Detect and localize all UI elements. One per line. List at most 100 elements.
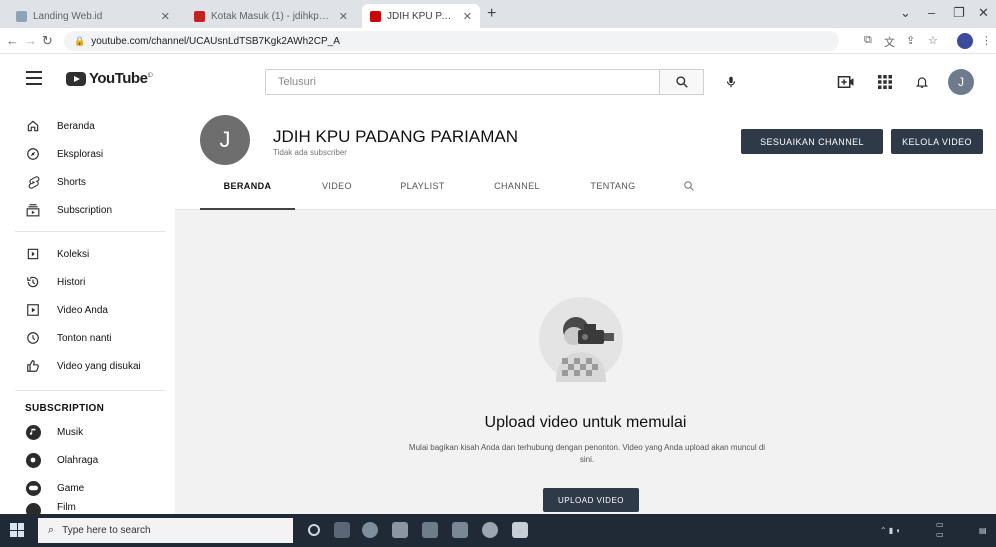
translate-icon[interactable]: 文 bbox=[884, 34, 895, 50]
sidebar-item-label: Subscription bbox=[57, 204, 113, 216]
file-explorer-icon[interactable] bbox=[392, 522, 408, 538]
sidebar-item-label: Histori bbox=[57, 276, 86, 288]
sidebar-item-video-anda[interactable]: Video Anda bbox=[0, 296, 175, 324]
sidebar-item-label: Video Anda bbox=[57, 304, 108, 316]
sidebar-item-label: Tonton nanti bbox=[57, 332, 112, 344]
account-avatar[interactable]: J bbox=[948, 69, 974, 95]
sidebar-item-olahraga[interactable]: Olahraga bbox=[0, 446, 175, 474]
tab-search-chevron-icon[interactable]: ⌄ bbox=[900, 5, 911, 21]
youtube-favicon-icon bbox=[370, 10, 381, 22]
cortana-icon[interactable] bbox=[308, 524, 320, 536]
tab-beranda[interactable]: BERANDA bbox=[200, 181, 295, 210]
sidebar-item-label: Olahraga bbox=[57, 454, 99, 466]
share-icon[interactable]: ⇪ bbox=[906, 34, 915, 47]
sidebar-item-eksplorasi[interactable]: Eksplorasi bbox=[0, 140, 175, 168]
sidebar-item-label: Musik bbox=[57, 426, 84, 438]
voice-search-button[interactable] bbox=[720, 71, 742, 93]
create-video-button[interactable] bbox=[837, 73, 855, 91]
tab-close-icon[interactable]: ✕ bbox=[339, 10, 348, 23]
library-icon bbox=[25, 246, 41, 262]
windows-taskbar: ⌕ Type here to search ⌃ ▮ ◖ ▭ ▭ ▤ bbox=[0, 514, 996, 547]
sidebar-item-label: Koleksi bbox=[57, 248, 90, 260]
tab-title: Landing Web.id bbox=[33, 10, 103, 22]
search-icon bbox=[684, 181, 694, 191]
mail-icon[interactable] bbox=[422, 522, 438, 538]
system-tray-icons[interactable]: ⌃ ▮ ◖ bbox=[880, 526, 900, 536]
music-icon bbox=[25, 424, 41, 440]
sidebar-item-histori[interactable]: Histori bbox=[0, 268, 175, 296]
back-icon[interactable]: ← bbox=[6, 33, 19, 48]
sidebar-divider bbox=[15, 231, 165, 232]
manage-videos-button[interactable]: KELOLA VIDEO bbox=[891, 129, 983, 154]
menu-icon[interactable] bbox=[26, 71, 42, 85]
browser-toolbar: ← → ↻ 🔒 youtube.com/channel/UCAUsnLdTSB7… bbox=[0, 28, 996, 54]
apps-button[interactable] bbox=[876, 73, 894, 91]
create-video-icon bbox=[837, 76, 854, 88]
chrome-icon[interactable] bbox=[482, 522, 498, 538]
subscriptions-icon bbox=[25, 202, 41, 218]
browser-profile-avatar[interactable] bbox=[957, 33, 973, 49]
close-window-icon[interactable]: ✕ bbox=[978, 5, 989, 21]
browser-tab-3-active[interactable]: JDIH KPU PADANG PARIAMAN ✕ bbox=[362, 4, 480, 28]
sidebar-item-koleksi[interactable]: Koleksi bbox=[0, 240, 175, 268]
search-input[interactable]: Telusuri bbox=[265, 69, 660, 95]
sidebar-item-musik[interactable]: Musik bbox=[0, 418, 175, 446]
microphone-icon bbox=[726, 76, 736, 88]
tab-close-icon[interactable]: ✕ bbox=[161, 10, 170, 23]
edge-browser-icon[interactable] bbox=[362, 522, 378, 538]
home-icon bbox=[25, 118, 41, 134]
address-bar[interactable]: 🔒 youtube.com/channel/UCAUsnLdTSB7Kgk2AW… bbox=[64, 31, 839, 51]
youtube-masthead: YouTubeID Telusuri J bbox=[0, 55, 996, 109]
channel-search-button[interactable] bbox=[683, 179, 695, 197]
windows-start-icon[interactable] bbox=[10, 523, 24, 537]
tab-close-icon[interactable]: ✕ bbox=[463, 10, 472, 23]
film-icon bbox=[25, 502, 41, 514]
tab-channel[interactable]: CHANNEL bbox=[477, 181, 557, 210]
install-app-icon[interactable]: ⧉ bbox=[864, 34, 872, 47]
sidebar-item-shorts[interactable]: Shorts bbox=[0, 168, 175, 196]
sidebar-item-subscription[interactable]: Subscription bbox=[0, 196, 175, 224]
camera-operator-illustration-icon bbox=[539, 297, 623, 382]
channel-header: J JDIH KPU PADANG PARIAMAN Tidak ada sub… bbox=[175, 109, 996, 210]
empty-state-description: Mulai bagikan kisah Anda dan terhubung d… bbox=[408, 443, 766, 464]
restore-icon[interactable]: ❐ bbox=[953, 5, 965, 21]
sidebar-item-game[interactable]: Game bbox=[0, 474, 175, 502]
sidebar-item-video-disukai[interactable]: Video yang disukai bbox=[0, 352, 175, 380]
sidebar-item-label: Film bbox=[57, 502, 76, 513]
taskbar-search-input[interactable]: ⌕ Type here to search bbox=[38, 518, 293, 543]
subscription-heading: SUBSCRIPTION bbox=[25, 403, 105, 414]
watch-later-icon bbox=[25, 330, 41, 346]
forward-icon[interactable]: → bbox=[24, 33, 37, 48]
tab-video[interactable]: VIDEO bbox=[307, 181, 367, 210]
sidebar-item-beranda[interactable]: Beranda bbox=[0, 112, 175, 140]
sidebar-item-tonton-nanti[interactable]: Tonton nanti bbox=[0, 324, 175, 352]
new-tab-icon[interactable]: + bbox=[487, 5, 496, 23]
upload-video-button[interactable]: UPLOAD VIDEO bbox=[543, 488, 639, 512]
word-icon[interactable] bbox=[512, 522, 528, 538]
store-icon[interactable] bbox=[452, 522, 468, 538]
channel-name: JDIH KPU PADANG PARIAMAN bbox=[273, 127, 518, 146]
browser-tab-1[interactable]: Landing Web.id ✕ bbox=[8, 4, 178, 28]
bookmark-star-icon[interactable]: ☆ bbox=[928, 34, 938, 47]
sidebar-item-film[interactable]: Film bbox=[0, 502, 175, 514]
shorts-icon bbox=[25, 174, 41, 190]
tab-playlist[interactable]: PLAYLIST bbox=[385, 181, 460, 210]
notifications-button[interactable] bbox=[913, 73, 931, 91]
apps-grid-icon bbox=[878, 75, 892, 89]
search-button[interactable] bbox=[660, 69, 704, 95]
notification-center-icon[interactable]: ▤ bbox=[979, 526, 987, 536]
browser-tab-strip: Landing Web.id ✕ Kotak Masuk (1) - jdihk… bbox=[0, 0, 996, 28]
reload-icon[interactable]: ↻ bbox=[42, 33, 53, 49]
clock-icon[interactable]: ▭ ▭ bbox=[936, 520, 974, 540]
browser-menu-icon[interactable]: ⋮ bbox=[981, 34, 992, 47]
taskbar-search-placeholder: Type here to search bbox=[62, 525, 151, 536]
gaming-icon bbox=[25, 480, 41, 496]
browser-tab-2[interactable]: Kotak Masuk (1) - jdihkpupadan… ✕ bbox=[186, 4, 356, 28]
minimize-icon[interactable]: – bbox=[928, 5, 935, 20]
task-view-icon[interactable] bbox=[334, 522, 350, 538]
tab-tentang[interactable]: TENTANG bbox=[573, 181, 653, 210]
channel-avatar[interactable]: J bbox=[200, 115, 250, 165]
youtube-logo[interactable]: YouTubeID bbox=[66, 70, 153, 87]
customize-channel-button[interactable]: SESUAIKAN CHANNEL bbox=[741, 129, 883, 154]
search-icon bbox=[675, 76, 688, 88]
